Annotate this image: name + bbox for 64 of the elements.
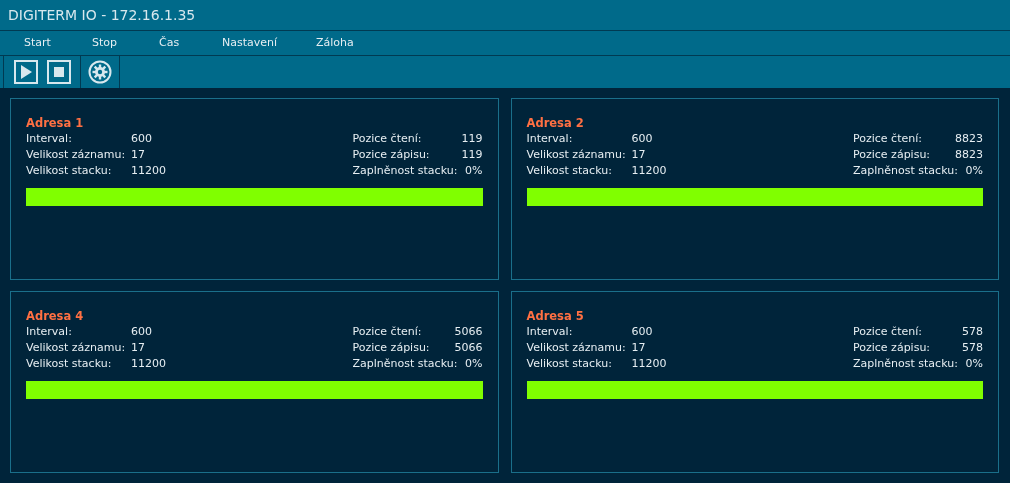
field-value: 11200 — [131, 162, 166, 179]
field-value: 11200 — [131, 355, 166, 372]
settings-icon — [88, 60, 112, 84]
panel-title: Adresa 2 — [526, 115, 585, 131]
field-label: Pozice čtení: — [853, 130, 923, 147]
field-label: Pozice čtení: — [352, 130, 423, 147]
field-label: Pozice čtení: — [352, 323, 423, 340]
field-value: 600 — [131, 130, 152, 147]
field-label: Zaplněnost stacku: — [352, 162, 458, 179]
field-label: Zaplněnost stacku: — [352, 355, 458, 372]
field-value: 0% — [465, 162, 483, 179]
field-label: Zaplněnost stacku: — [853, 355, 958, 372]
field-label: Velikost záznamu: — [26, 339, 127, 356]
window-title: DIGITERM IO - 172.16.1.35 — [8, 5, 196, 25]
field-label: Pozice zápisu: — [853, 339, 932, 356]
play-icon — [14, 60, 38, 84]
field-label: Velikost stacku: — [526, 355, 613, 372]
field-label: Pozice čtení: — [853, 323, 923, 340]
field-value: 0% — [965, 355, 983, 372]
panel-title: Adresa 5 — [526, 308, 585, 324]
menu-item[interactable]: Start — [24, 34, 93, 52]
field-label: Velikost stacku: — [26, 355, 113, 372]
settings-button[interactable] — [88, 60, 112, 84]
menu-item[interactable]: Nastavení — [222, 34, 317, 52]
field-value: 17 — [631, 146, 646, 163]
field-label: Interval: — [526, 130, 574, 147]
panel-title: Adresa 1 — [26, 115, 85, 131]
panel-title: Adresa 4 — [26, 308, 85, 324]
field-value: 8823 — [955, 130, 983, 147]
play-button[interactable] — [14, 60, 38, 84]
field-value: 17 — [631, 339, 646, 356]
field-label: Zaplněnost stacku: — [853, 162, 958, 179]
field-value: 5066 — [454, 339, 483, 356]
field-value: 119 — [461, 130, 483, 147]
field-value: 600 — [131, 323, 152, 340]
menu-item[interactable]: Čas — [159, 34, 223, 52]
field-value: 0% — [465, 355, 483, 372]
field-value: 600 — [631, 323, 653, 340]
field-value: 0% — [965, 162, 983, 179]
field-label: Pozice zápisu: — [352, 146, 431, 163]
field-label: Velikost stacku: — [26, 162, 113, 179]
field-value: 578 — [962, 339, 983, 356]
stop-button[interactable] — [47, 60, 71, 84]
field-value: 578 — [962, 323, 983, 340]
field-label: Interval: — [26, 130, 73, 147]
field-value: 11200 — [631, 355, 667, 372]
field-label: Velikost záznamu: — [526, 146, 627, 163]
field-label: Pozice zápisu: — [853, 146, 932, 163]
field-value: 119 — [461, 146, 483, 163]
field-value: 11200 — [631, 162, 667, 179]
field-label: Pozice zápisu: — [352, 339, 431, 356]
menu-item[interactable]: Záloha — [316, 34, 396, 52]
field-label: Velikost stacku: — [526, 162, 613, 179]
menu-item[interactable]: Stop — [92, 34, 160, 52]
field-label: Velikost záznamu: — [526, 339, 627, 356]
field-label: Interval: — [526, 323, 574, 340]
field-value: 600 — [631, 130, 653, 147]
field-label: Velikost záznamu: — [26, 146, 127, 163]
field-value: 8823 — [955, 146, 983, 163]
field-label: Interval: — [26, 323, 73, 340]
field-value: 17 — [131, 146, 145, 163]
stop-icon — [47, 60, 71, 84]
field-value: 5066 — [454, 323, 483, 340]
field-value: 17 — [131, 339, 145, 356]
